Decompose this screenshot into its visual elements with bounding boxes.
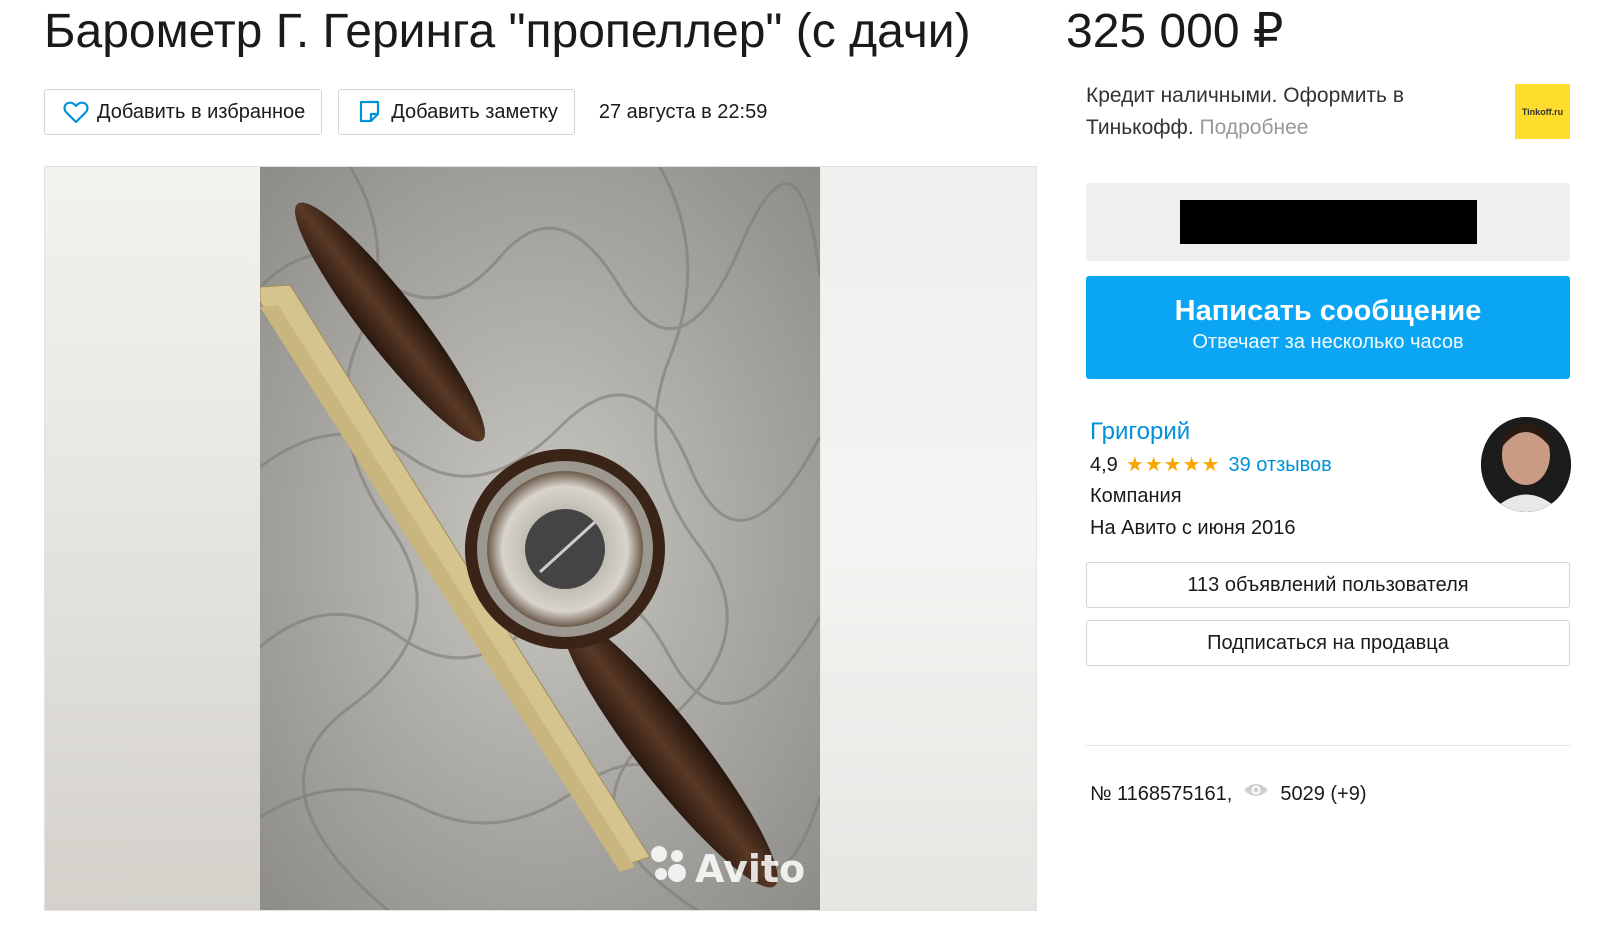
credit-more-link[interactable]: Подробнее — [1200, 116, 1309, 139]
seller-rating: 4,9 ★★★★★ 39 отзывов — [1090, 450, 1470, 480]
seller-name[interactable]: Григорий — [1090, 414, 1470, 450]
phone-number-box[interactable] — [1086, 183, 1570, 261]
seller-info: Григорий 4,9 ★★★★★ 39 отзывов Компания Н… — [1090, 414, 1470, 544]
write-message-label: Написать сообщение — [1174, 295, 1482, 327]
credit-offer: Кредит наличными. Оформить в Тинькофф. П… — [1086, 80, 1426, 144]
divider — [1086, 745, 1570, 746]
listing-price: 325 000 ₽ — [1066, 5, 1284, 58]
listing-title: Барометр Г. Геринга "пропеллер" (с дачи) — [44, 5, 971, 58]
write-message-button[interactable]: Написать сообщение Отвечает за несколько… — [1086, 276, 1570, 379]
seller-listings-button[interactable]: 113 объявлений пользователя — [1086, 562, 1570, 608]
seller-avatar[interactable] — [1481, 417, 1571, 512]
tinkoff-logo[interactable]: Tinkoff.ru — [1515, 84, 1570, 139]
eye-icon — [1242, 779, 1270, 809]
heart-icon — [63, 100, 89, 124]
avito-watermark: Avito — [647, 842, 805, 895]
listing-actions: Добавить в избранное Добавить заметку 27… — [44, 88, 767, 136]
barometer-photo-image — [260, 167, 820, 910]
note-icon — [357, 99, 383, 125]
add-to-favorites-button[interactable]: Добавить в избранное — [44, 89, 323, 135]
rating-stars-icon: ★★★★★ — [1125, 454, 1221, 476]
add-note-label: Добавить заметку — [391, 100, 558, 123]
listing-photo[interactable]: Avito — [260, 167, 820, 910]
avito-logo-icon — [647, 842, 691, 895]
listing-date: 27 августа в 22:59 — [598, 100, 768, 123]
listing-number: № 1168575161, — [1090, 783, 1233, 805]
seller-type: Компания — [1090, 485, 1182, 507]
reviews-link[interactable]: 39 отзывов — [1228, 450, 1331, 480]
phone-number-redacted — [1179, 200, 1477, 244]
avito-watermark-text: Avito — [695, 846, 806, 891]
seller-since: На Авито с июня 2016 — [1090, 517, 1296, 539]
response-time-label: Отвечает за несколько часов — [1192, 331, 1464, 353]
add-note-button[interactable]: Добавить заметку — [338, 89, 575, 135]
gallery-blur-right — [821, 167, 1036, 910]
subscribe-seller-button[interactable]: Подписаться на продавца — [1086, 620, 1570, 666]
rating-value: 4,9 — [1090, 454, 1118, 476]
listing-meta: № 1168575161, 5029 (+9) — [1090, 779, 1367, 809]
gallery-blur-left — [45, 167, 260, 910]
photo-gallery[interactable]: Avito — [44, 166, 1037, 911]
views-count: 5029 (+9) — [1280, 783, 1367, 805]
add-to-favorites-label: Добавить в избранное — [97, 100, 306, 123]
